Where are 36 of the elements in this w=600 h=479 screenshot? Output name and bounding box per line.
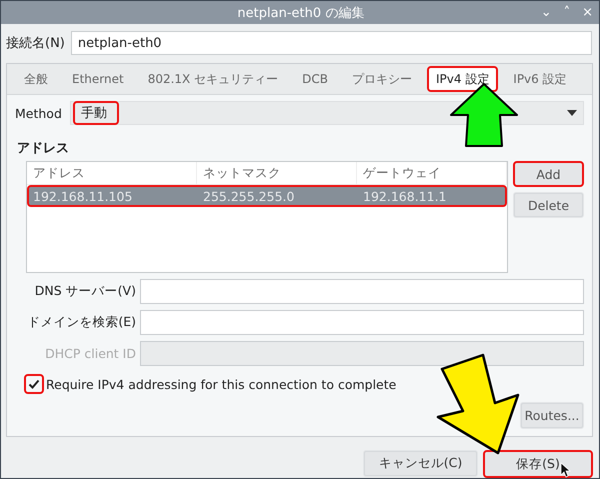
table-cell-text: 192.168.11.1 xyxy=(362,188,448,204)
window-control[interactable]: × xyxy=(582,5,593,20)
check-icon xyxy=(28,378,40,390)
window-title: netplan-eth0 の編集 xyxy=(236,4,366,22)
up-arrow xyxy=(450,83,518,147)
delete-button[interactable]: Delete xyxy=(513,192,584,218)
field-label: DHCP client ID xyxy=(44,346,136,361)
checkbox-label: Require IPv4 addressing for this connection to complete xyxy=(46,376,396,392)
add-button[interactable]: Add xyxy=(513,161,584,187)
checkbox[interactable] xyxy=(24,374,44,394)
routes-button[interactable]: Routes... xyxy=(520,402,584,429)
window-control[interactable]: ˄ xyxy=(564,5,570,20)
section-title: アドレス xyxy=(16,140,70,157)
table-cell-text: 192.168.11.105 xyxy=(32,188,134,204)
tab[interactable]: プロキシー xyxy=(342,66,421,92)
cancel-button[interactable]: キャンセル(C) xyxy=(363,450,478,477)
input-field[interactable] xyxy=(140,279,584,304)
save-button[interactable]: 保存(S) xyxy=(483,450,593,478)
method-dropdown[interactable]: 手動 xyxy=(70,101,584,125)
input-field[interactable] xyxy=(140,341,584,366)
tab[interactable]: 802.1X セキュリティー xyxy=(138,66,288,92)
field-label: DNS サーバー(V) xyxy=(34,283,136,300)
tab[interactable]: Ethernet xyxy=(63,66,133,92)
input-field[interactable] xyxy=(140,310,584,335)
cursor-icon xyxy=(560,462,571,478)
tab[interactable]: IPv4 設定 xyxy=(426,66,498,92)
caret-icon xyxy=(567,110,577,116)
method-label: Method xyxy=(15,106,62,120)
connection-name-field[interactable]: netplan-eth0 xyxy=(70,31,592,55)
tab[interactable]: IPv6 設定 xyxy=(504,66,576,92)
tab[interactable]: DCB xyxy=(293,66,337,92)
window-control[interactable]: ⌄ xyxy=(540,5,552,20)
tab[interactable]: 全般 xyxy=(15,66,57,92)
table-cell-text: 255.255.255.0 xyxy=(202,188,296,204)
connection-name-label: 接続名(N) xyxy=(6,35,65,52)
field-label: ドメインを検索(E) xyxy=(26,314,136,331)
